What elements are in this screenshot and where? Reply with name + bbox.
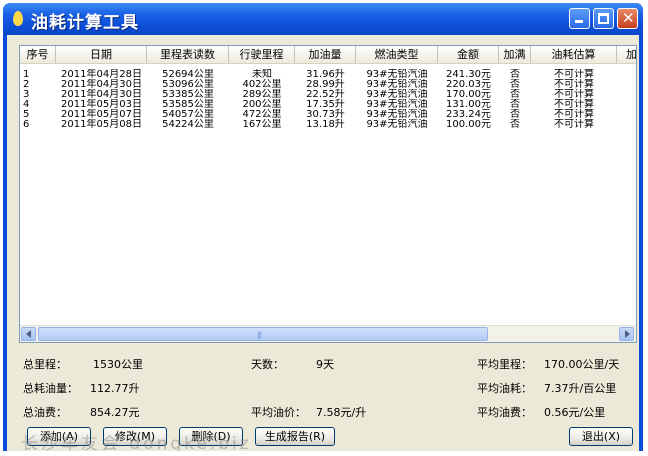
avg-price-label: 平均油价： xyxy=(251,406,306,419)
avg-mileage-value: 170.00公里/天 xyxy=(544,358,620,371)
total-fuel-label: 总耗油量： xyxy=(23,382,78,395)
horizontal-scrollbar[interactable]: ||| xyxy=(20,325,636,342)
header-col-cost[interactable]: 金额 xyxy=(438,46,499,63)
header-col-distance[interactable]: 行驶里程 xyxy=(229,46,295,63)
header-col-date[interactable]: 日期 xyxy=(56,46,147,63)
scroll-thumb[interactable]: ||| xyxy=(38,327,488,341)
avg-cost-value: 0.56元/公里 xyxy=(544,406,606,419)
days-value: 9天 xyxy=(316,358,334,371)
generate-report-button[interactable]: 生成报告(R) xyxy=(255,427,335,446)
close-icon: ✕ xyxy=(622,9,635,27)
total-mileage-value: 1530公里 xyxy=(93,358,143,371)
watermark-text: 长沙车友会 dongke.biz xyxy=(21,434,252,451)
scroll-right-arrow-icon xyxy=(625,330,630,338)
cell-date: 2011年05月08日 xyxy=(61,119,142,130)
app-window: 油耗计算工具 ✕ 序号 日期 里程表读数 行驶里程 加油量 燃油类型 金额 加满 油耗估算加 1… xyxy=(3,3,643,451)
total-fuel-value: 112.77升 xyxy=(90,382,140,395)
cell-full: 否 xyxy=(510,119,520,130)
header-col-consumption[interactable]: 油耗估算 xyxy=(531,46,617,63)
avg-cost-label: 平均油费： xyxy=(477,406,532,419)
avg-consumption-value: 7.37升/百公里 xyxy=(544,382,617,395)
minimize-button[interactable] xyxy=(569,8,590,29)
header-col-full[interactable]: 加满 xyxy=(499,46,531,63)
table-header: 序号 日期 里程表读数 行驶里程 加油量 燃油类型 金额 加满 油耗估算加 xyxy=(20,46,636,64)
days-label: 天数： xyxy=(251,358,284,371)
scroll-grip-icon: ||| xyxy=(257,331,262,339)
minimize-icon xyxy=(575,20,583,23)
records-table[interactable]: 序号 日期 里程表读数 行驶里程 加油量 燃油类型 金额 加满 油耗估算加 1 2011年04月2… xyxy=(19,45,637,343)
avg-price-value: 7.58元/升 xyxy=(316,406,367,419)
header-col-odometer[interactable]: 里程表读数 xyxy=(147,46,229,63)
cell-fuel-type: 93#无铅汽油 xyxy=(366,119,428,130)
exit-button[interactable]: 退出(X) xyxy=(569,427,633,446)
cell-consumption: 不可计算 xyxy=(554,119,594,130)
client-area: 序号 日期 里程表读数 行驶里程 加油量 燃油类型 金额 加满 油耗估算加 1 2011年04月2… xyxy=(7,35,639,451)
header-col-extra[interactable]: 加 xyxy=(617,46,636,63)
table-row[interactable]: 6 2011年05月08日 54224公里 167公里 13.18升 93#无铅汽油 100… xyxy=(20,119,636,130)
cell-distance: 167公里 xyxy=(242,119,282,130)
scroll-left-button[interactable] xyxy=(21,327,36,341)
cell-fuel-amount: 13.18升 xyxy=(306,119,345,130)
maximize-button[interactable] xyxy=(593,8,614,29)
avg-mileage-label: 平均里程： xyxy=(477,358,532,371)
cell-cost: 100.00元 xyxy=(446,119,491,130)
header-col-index[interactable]: 序号 xyxy=(20,46,56,63)
window-title: 油耗计算工具 xyxy=(31,13,139,33)
header-col-fuel-amount[interactable]: 加油量 xyxy=(295,46,356,63)
scroll-left-arrow-icon xyxy=(26,330,31,338)
fuel-drop-icon xyxy=(13,11,23,26)
total-mileage-label: 总里程： xyxy=(23,358,67,371)
total-cost-value: 854.27元 xyxy=(90,406,140,419)
cell-odometer: 54224公里 xyxy=(162,119,214,130)
title-bar[interactable]: 油耗计算工具 ✕ xyxy=(3,3,643,35)
header-col-fuel-type[interactable]: 燃油类型 xyxy=(356,46,438,63)
cell-index: 6 xyxy=(23,119,30,130)
maximize-icon xyxy=(598,13,609,24)
scroll-right-button[interactable] xyxy=(619,327,634,341)
avg-consumption-label: 平均油耗： xyxy=(477,382,532,395)
total-cost-label: 总油费： xyxy=(23,406,67,419)
close-button[interactable]: ✕ xyxy=(617,8,638,29)
